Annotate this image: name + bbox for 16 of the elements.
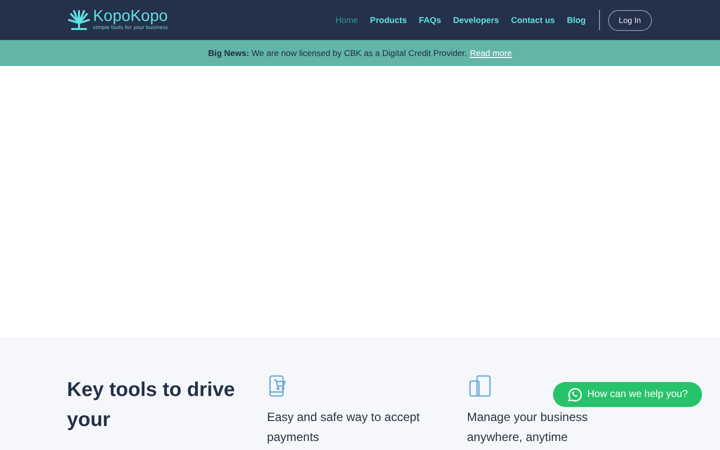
nav-link[interactable]: FAQs xyxy=(418,15,442,25)
nav-link[interactable]: Products xyxy=(370,15,407,25)
section-heading: Key tools to drive your xyxy=(67,378,236,433)
logo-name: KopoKopo xyxy=(93,9,168,25)
whatsapp-icon xyxy=(567,387,582,402)
feature-text: Easy and safe way to accept payments xyxy=(267,409,421,446)
logo-icon xyxy=(68,9,90,31)
nav-link[interactable]: Blog xyxy=(566,15,586,25)
feature-text: Manage your business anywhere, anytime xyxy=(467,409,589,446)
devices-icon xyxy=(469,375,491,397)
login-button[interactable]: Log In xyxy=(608,10,652,30)
nav-link[interactable]: Contact us xyxy=(510,15,555,25)
banner-text: Big News: We are now licensed by CBK as a Digital Credit Provider. xyxy=(208,48,467,58)
nav-link[interactable]: Developers xyxy=(453,15,499,25)
nav-link[interactable]: Home xyxy=(335,15,358,25)
phone-cart-icon xyxy=(269,375,287,397)
